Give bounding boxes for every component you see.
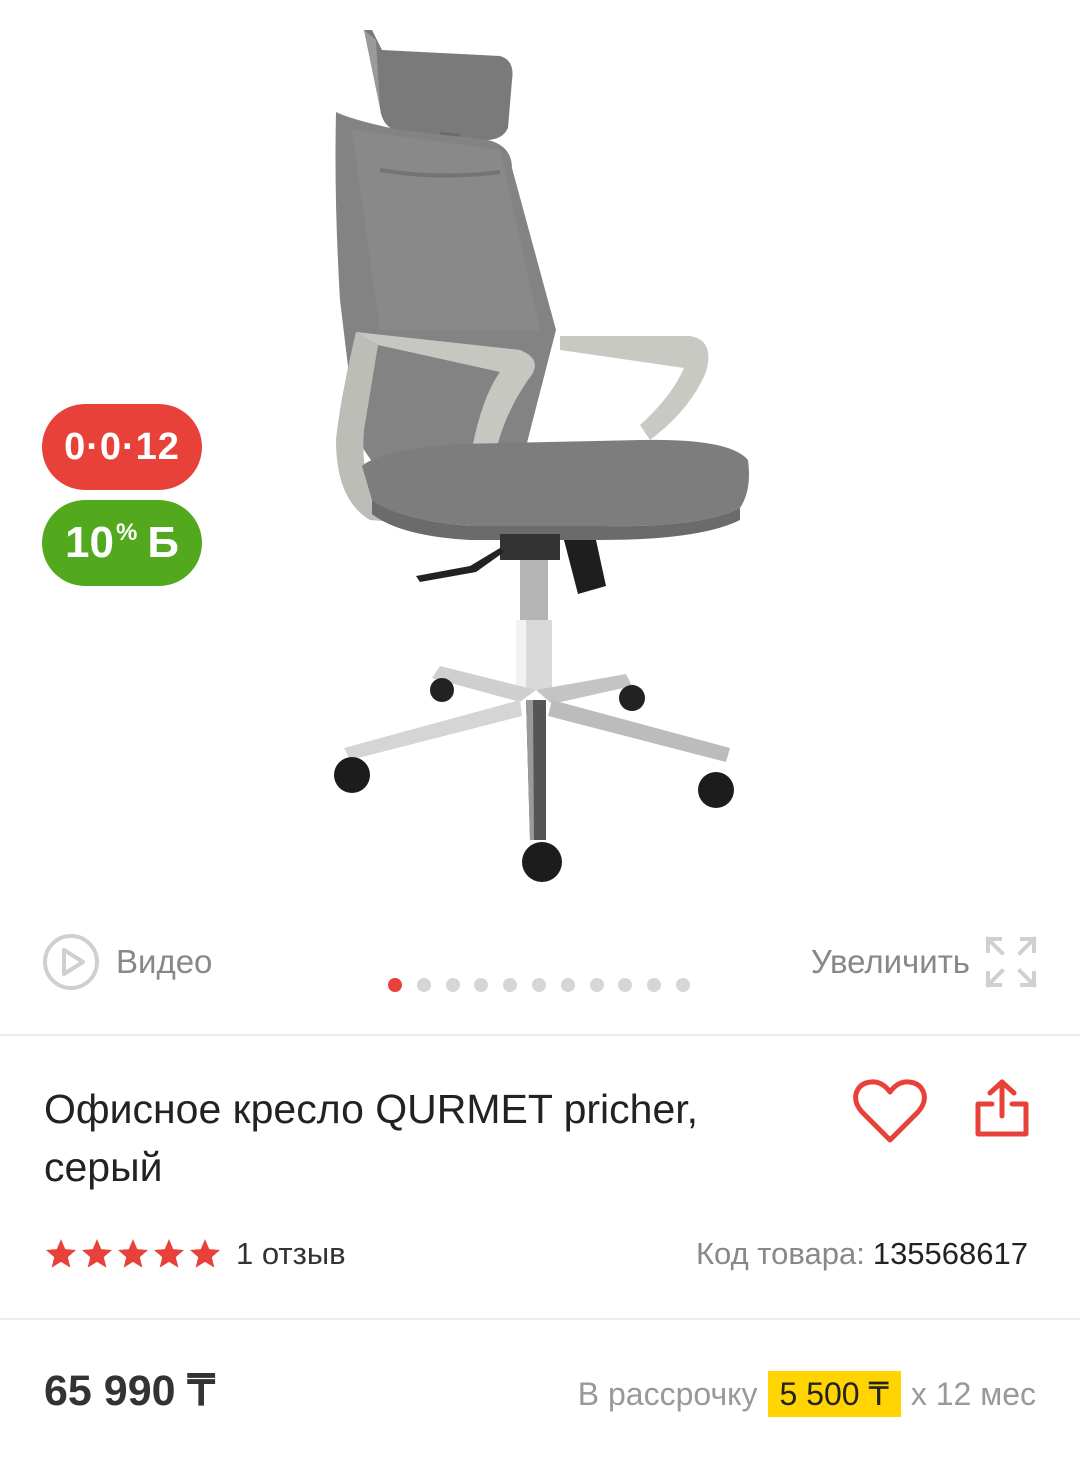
pagination-dot[interactable]: [503, 978, 518, 992]
bonus-percent: %: [115, 519, 138, 546]
rating: 1 отзыв: [44, 1232, 346, 1276]
video-button[interactable]: Видео: [42, 930, 212, 994]
product-gallery[interactable]: 0·0·12 10% Б Видео Увеличить: [0, 0, 1080, 1036]
installment-badge: 0·0·12: [42, 404, 202, 490]
divider: [0, 1318, 1080, 1320]
installment-offer[interactable]: В рассрочку 5 500 ₸ х 12 мес: [578, 1370, 1036, 1418]
divider: [0, 1034, 1080, 1036]
star-icon: [45, 1239, 77, 1268]
star-icon: [153, 1239, 185, 1268]
bonus-currency: Б: [147, 518, 179, 567]
reviews-link[interactable]: 1 отзыв: [236, 1236, 346, 1272]
bonus-badge: 10% Б: [42, 500, 202, 586]
product-title: Офисное кресло QURMET pricher, серый: [44, 1086, 699, 1190]
star-icon: [189, 1239, 221, 1268]
pagination-dot[interactable]: [474, 978, 489, 992]
favorite-button[interactable]: [852, 1078, 928, 1146]
pagination-dot[interactable]: [388, 978, 402, 992]
zoom-button[interactable]: Увеличить: [811, 930, 1038, 994]
sku-label: Код товара:: [695, 1236, 865, 1271]
pagination-dot[interactable]: [416, 978, 431, 992]
expand-icon: [985, 936, 1037, 988]
share-button[interactable]: [970, 1076, 1034, 1140]
product-code: Код товара: 135568617: [696, 1232, 1028, 1276]
installment-suffix: х 12 мес: [910, 1375, 1036, 1412]
pagination-dot[interactable]: [589, 978, 604, 992]
bonus-value: 10: [65, 518, 114, 567]
star-icon: [81, 1239, 113, 1268]
pagination-dot[interactable]: [618, 978, 633, 992]
zoom-label: Увеличить: [810, 943, 970, 980]
installment-prefix: В рассрочку: [577, 1375, 758, 1412]
price: 65 990 ₸: [44, 1367, 215, 1415]
installment-badge-text: 0·0·12: [64, 425, 180, 468]
installment-amount: 5 500 ₸: [767, 1371, 901, 1417]
sku-value: 135568617: [872, 1236, 1028, 1271]
pagination-dot[interactable]: [675, 978, 690, 992]
pagination-dot[interactable]: [531, 978, 546, 992]
share-icon: [975, 1079, 1029, 1137]
video-label: Видео: [116, 943, 213, 980]
product-image[interactable]: [300, 20, 780, 900]
play-circle-icon: [43, 934, 99, 990]
star-icon: [117, 1239, 149, 1268]
pagination-dot[interactable]: [445, 978, 460, 992]
pagination-dot[interactable]: [560, 978, 575, 992]
heart-icon: [853, 1079, 927, 1143]
gallery-pagination[interactable]: [388, 978, 705, 996]
pagination-dot[interactable]: [647, 978, 662, 992]
rating-stars: [44, 1237, 224, 1271]
